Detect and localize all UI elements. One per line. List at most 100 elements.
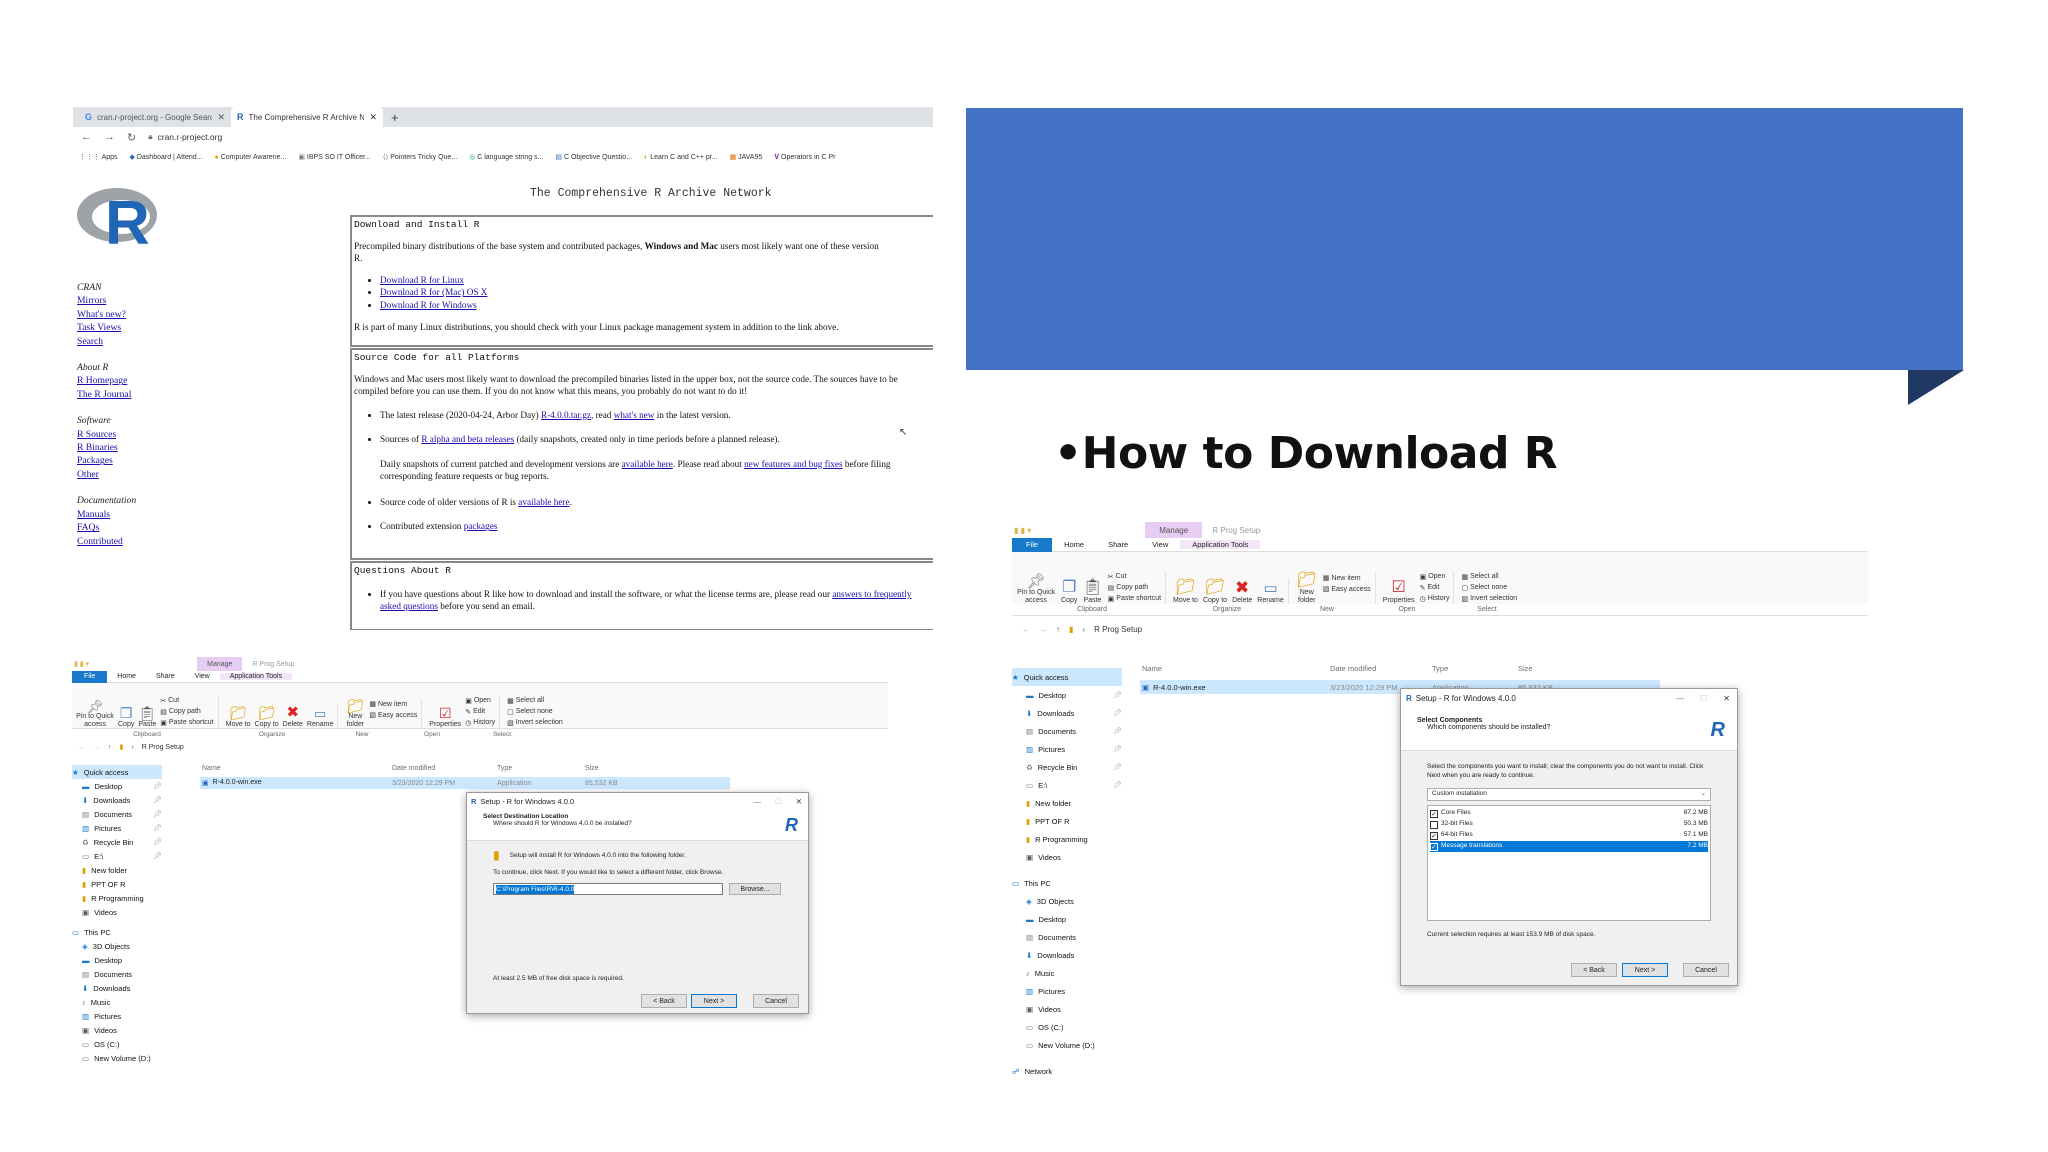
rename-button[interactable]: ▭ Rename (1257, 579, 1283, 604)
easy-access-button[interactable]: ▧ Easy access (1323, 584, 1371, 595)
nav-item[interactable]: ▭ New Volume (D:) (72, 1051, 162, 1065)
paste-button[interactable]: 📋︎ Paste (138, 695, 156, 728)
nav-item[interactable]: ▮ R Programming (1012, 830, 1122, 848)
manage-tab[interactable]: Manage (1145, 522, 1203, 538)
forward-arrow-icon[interactable]: → (104, 131, 115, 143)
sidebar-link-r-journal[interactable]: The R Journal (77, 388, 157, 401)
next-button[interactable]: Next > (1622, 963, 1668, 977)
cancel-button[interactable]: Cancel (1683, 963, 1729, 977)
back-arrow-icon[interactable]: ← (78, 744, 85, 751)
sidebar-link-faqs[interactable]: FAQs (77, 521, 157, 534)
nav-item[interactable]: ▨ Pictures (72, 1009, 162, 1023)
edit-button[interactable]: ✎ Edit (465, 706, 495, 717)
column-type[interactable]: Type (1432, 664, 1518, 673)
nav-item[interactable]: ▨ Pictures 📌︎ (1012, 740, 1122, 758)
minimize-icon[interactable]: — (753, 797, 761, 806)
back-button[interactable]: < Back (641, 994, 687, 1008)
nav-item[interactable]: ▬ Desktop 📌︎ (72, 779, 162, 793)
close-tab-icon[interactable]: ✕ (369, 112, 377, 123)
bookmark-item[interactable]: ◆ Dashboard | Attend... (130, 153, 203, 161)
column-date[interactable]: Date modified (1330, 664, 1432, 673)
sidebar-link-task-views[interactable]: Task Views (77, 321, 157, 334)
up-arrow-icon[interactable]: ↑ (1056, 625, 1060, 634)
open-button[interactable]: ▣ Open (1420, 571, 1450, 582)
nav-item[interactable]: ▨ Pictures (1012, 982, 1122, 1000)
contributed-packages-link[interactable]: packages (464, 521, 498, 531)
nav-item[interactable]: ▬ Desktop (1012, 910, 1122, 928)
browse-button[interactable]: Browse... (729, 883, 781, 895)
tab-cran[interactable]: R The Comprehensive R Archive N ✕ (231, 107, 383, 127)
pin-quick-access-button[interactable]: 📌︎ Pin to Quick access (76, 695, 114, 728)
destination-path-input[interactable]: C:\Program Files\R\R-4.0.0 (493, 883, 723, 895)
nav-item[interactable]: ⬇ Downloads 📌︎ (72, 793, 162, 807)
breadcrumb[interactable]: R Prog Setup (1094, 625, 1142, 634)
history-button[interactable]: ◷ History (465, 717, 495, 728)
install-type-select[interactable]: Custom installation ⌄ (1427, 788, 1711, 801)
cut-button[interactable]: ✂ Cut (160, 695, 213, 706)
nav-quick-access[interactable]: ★ Quick access (1012, 668, 1122, 686)
paste-button[interactable]: 📋︎ Paste (1082, 571, 1102, 604)
nav-item[interactable]: ⬇ Downloads (72, 981, 162, 995)
close-icon[interactable]: ✕ (796, 797, 802, 806)
nav-item[interactable]: ◈ 3D Objects (1012, 892, 1122, 910)
maximize-icon[interactable]: ☐ (775, 797, 782, 806)
nav-item[interactable]: ▣ Videos (1012, 848, 1122, 866)
nav-item[interactable]: ▤ Documents (1012, 928, 1122, 946)
nav-item[interactable]: ♻ Recycle Bin 📌︎ (1012, 758, 1122, 776)
paste-shortcut-button[interactable]: ▣ Paste shortcut (160, 717, 213, 728)
column-date[interactable]: Date modified (392, 765, 497, 772)
maximize-icon[interactable]: ☐ (1700, 694, 1707, 703)
bookmark-item[interactable]: ⟨⟩ Pointers Tricky Que... (383, 153, 457, 161)
home-tab[interactable]: Home (107, 673, 146, 680)
bookmark-item[interactable]: ▤ C Objective Questio... (555, 153, 632, 161)
new-tab-button[interactable]: + (391, 110, 399, 125)
delete-button[interactable]: ✖ Delete (283, 705, 303, 728)
sidebar-link-r-sources[interactable]: R Sources (77, 428, 157, 441)
application-tools-tab[interactable]: Application Tools (1180, 540, 1261, 549)
nav-item[interactable]: ▮ New folder (72, 863, 162, 877)
nav-item[interactable]: ▭ OS (C:) (72, 1037, 162, 1051)
open-button[interactable]: ▣ Open (465, 695, 495, 706)
share-tab[interactable]: Share (146, 673, 185, 680)
easy-access-button[interactable]: ▧ Easy access (369, 710, 417, 721)
sidebar-link-r-homepage[interactable]: R Homepage (77, 374, 157, 387)
invert-selection-button[interactable]: ▧ Invert selection (507, 717, 563, 728)
file-tab[interactable]: File (72, 670, 108, 683)
copy-button[interactable]: ❐ Copy (118, 695, 134, 728)
nav-this-pc[interactable]: ▭ This PC (1012, 874, 1122, 892)
nav-item[interactable]: ▮ PPT OF R (1012, 812, 1122, 830)
quick-access-toolbar-icon[interactable]: ▮ ▮ ▾ (1014, 526, 1031, 535)
copy-to-button[interactable]: 📁︎ Copy to (255, 705, 279, 728)
nav-item[interactable]: ▭ OS (C:) (1012, 1018, 1122, 1036)
close-icon[interactable]: ✕ (1723, 694, 1730, 703)
sidebar-link-whats-new[interactable]: What's new? (77, 308, 157, 321)
copy-button[interactable]: ❐ Copy (1061, 571, 1077, 604)
nav-item[interactable]: ♪ Music (1012, 964, 1122, 982)
nav-item[interactable]: ▤ Documents 📌︎ (1012, 722, 1122, 740)
bookmark-item[interactable]: ◎ C language string s... (469, 153, 543, 161)
column-size[interactable]: Size (1518, 664, 1533, 673)
bookmark-apps[interactable]: ⋮⋮⋮ Apps (79, 153, 118, 161)
bookmark-item[interactable]: ◐ Learn C and C++ pr... (644, 154, 718, 161)
nav-item[interactable]: ▬ Desktop 📌︎ (1012, 686, 1122, 704)
invert-selection-button[interactable]: ▧ Invert selection (1461, 593, 1517, 604)
component-row-selected[interactable]: ✓ Message translations 7.2 MB (1430, 841, 1708, 852)
column-type[interactable]: Type (497, 765, 585, 772)
r-logo[interactable]: R (75, 185, 165, 263)
copy-to-button[interactable]: 📁︎ Copy to (1203, 579, 1227, 604)
next-button[interactable]: Next > (691, 994, 737, 1008)
select-all-button[interactable]: ▦ Select all (1461, 571, 1517, 582)
component-row[interactable]: 32-bit Files 50.3 MB (1430, 819, 1708, 830)
new-item-button[interactable]: ▦ New item (1323, 573, 1371, 584)
checkbox-unchecked-icon[interactable] (1430, 820, 1438, 829)
back-arrow-icon[interactable]: ← (1022, 625, 1030, 634)
up-arrow-icon[interactable]: ↑ (108, 744, 112, 751)
nav-item[interactable]: ◈ 3D Objects (72, 939, 162, 953)
new-item-button[interactable]: ▦ New item (369, 699, 417, 710)
edit-button[interactable]: ✎ Edit (1420, 582, 1450, 593)
column-size[interactable]: Size (585, 765, 599, 772)
application-tools-tab[interactable]: Application Tools (219, 673, 293, 680)
nav-item[interactable]: ▤ Documents (72, 967, 162, 981)
nav-item[interactable]: ▣ Videos (72, 905, 162, 919)
paste-shortcut-button[interactable]: ▣ Paste shortcut (1108, 593, 1161, 604)
